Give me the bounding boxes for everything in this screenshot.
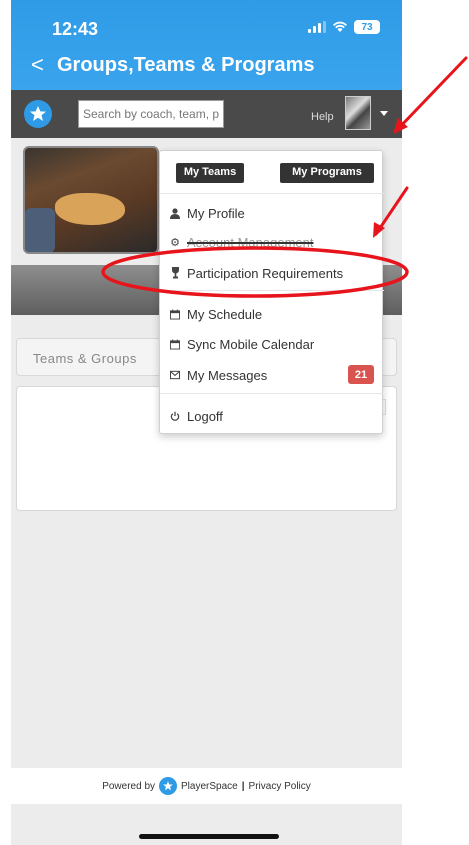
user-avatar[interactable] <box>345 96 371 130</box>
menu-item-my-profile[interactable]: My Profile <box>170 202 374 224</box>
user-dropdown-menu: My Teams My Programs My Profile ⚙ Accoun… <box>159 150 384 434</box>
playerspace-link[interactable]: PlayerSpace <box>181 781 238 792</box>
battery-icon: 73 <box>354 20 380 34</box>
my-programs-button[interactable]: My Programs <box>280 163 374 183</box>
gear-icon: ⚙ <box>170 236 180 249</box>
star-logo-icon[interactable] <box>24 100 52 128</box>
menu-item-account-management[interactable]: ⚙ Account Management <box>170 231 374 253</box>
status-icons: 73 <box>308 20 380 34</box>
photo-pillow <box>25 208 55 252</box>
back-button[interactable]: < <box>31 54 44 76</box>
page-title: Groups,Teams & Programs <box>57 54 315 76</box>
calendar-icon <box>170 308 180 320</box>
search-input[interactable] <box>78 100 224 128</box>
menu-item-my-schedule[interactable]: My Schedule <box>170 303 374 325</box>
home-indicator <box>139 834 279 839</box>
wifi-icon <box>333 21 347 32</box>
phone-screen: 12:43 73 < Groups,Teams & Programs Help <box>11 0 402 845</box>
menu-item-logoff[interactable]: Logoff <box>170 405 374 427</box>
user-icon <box>170 207 180 219</box>
help-link[interactable]: Help <box>311 111 334 123</box>
annotation-arrow-top <box>395 56 468 132</box>
my-teams-button[interactable]: My Teams <box>176 163 244 183</box>
menu-item-sync-mobile-calendar[interactable]: Sync Mobile Calendar <box>170 333 374 355</box>
signal-icon <box>308 21 326 33</box>
privacy-policy-link[interactable]: Privacy Policy <box>249 781 311 792</box>
menu-divider <box>160 393 384 394</box>
profile-photo <box>23 146 159 254</box>
envelope-icon <box>170 369 180 381</box>
menu-item-participation-requirements[interactable]: Participation Requirements <box>170 262 374 284</box>
footer-separator: | <box>241 780 245 792</box>
caret-down-icon[interactable] <box>380 111 388 116</box>
tab-teams-groups-label: Teams & Groups <box>33 351 137 366</box>
menu-divider <box>160 193 384 194</box>
status-time: 12:43 <box>52 19 99 39</box>
calendar-icon <box>170 338 180 350</box>
menu-item-my-messages[interactable]: My Messages 21 <box>170 364 374 386</box>
menu-divider <box>160 290 384 291</box>
powered-by-text: Powered by <box>102 780 156 792</box>
top-header: 12:43 73 < Groups,Teams & Programs <box>11 0 402 90</box>
trophy-icon <box>170 267 180 279</box>
photo-dog <box>55 193 125 225</box>
power-icon <box>170 410 180 422</box>
page-footer: Powered by PlayerSpace | Privacy Policy <box>11 768 402 804</box>
playerspace-logo-icon <box>159 777 178 795</box>
app-toolbar: Help <box>11 90 402 138</box>
messages-count-badge: 21 <box>348 365 374 384</box>
